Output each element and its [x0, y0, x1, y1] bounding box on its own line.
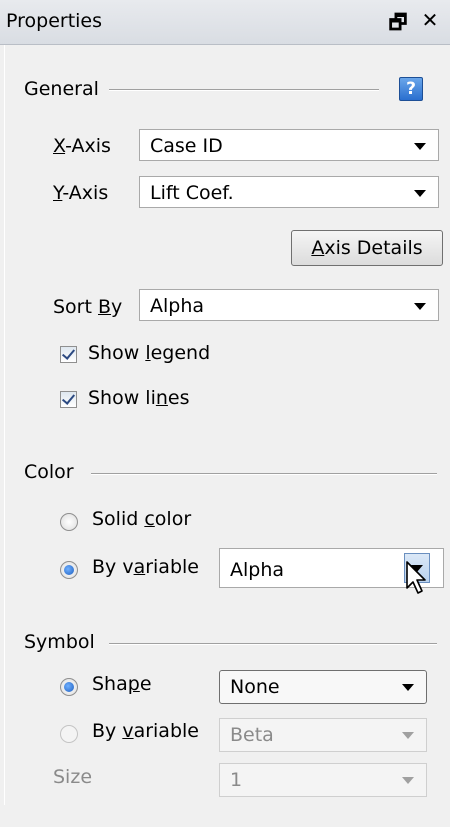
size-label: Size — [53, 766, 93, 788]
shape-select[interactable]: None — [219, 670, 427, 704]
y-axis-label: Y-Axis — [53, 182, 109, 204]
color-by-variable-radio[interactable] — [60, 561, 78, 579]
y-axis-value: Lift Coef. — [150, 182, 234, 204]
chevron-down-icon — [414, 190, 426, 197]
show-legend-label: Show legend — [88, 342, 211, 364]
show-lines-label: Show lines — [88, 387, 190, 409]
color-variable-value: Alpha — [230, 559, 285, 581]
chevron-down-icon — [414, 143, 426, 150]
y-axis-select[interactable]: Lift Coef. — [139, 176, 439, 208]
panel-title: Properties — [6, 10, 103, 32]
chevron-down-icon — [402, 777, 414, 784]
chevron-down-icon — [402, 732, 414, 739]
color-divider — [91, 473, 437, 475]
solid-color-label: Solid color — [92, 508, 192, 530]
symbol-section-label: Symbol — [24, 631, 95, 653]
color-section-label: Color — [24, 461, 74, 483]
symbol-divider — [109, 643, 437, 645]
show-legend-checkbox[interactable] — [60, 346, 77, 363]
general-divider — [109, 89, 379, 91]
size-value: 1 — [230, 769, 243, 791]
help-icon[interactable]: ? — [399, 77, 423, 101]
symbol-variable-value: Beta — [230, 724, 274, 746]
chevron-down-icon — [402, 684, 414, 691]
axis-details-button[interactable]: Axis Details — [291, 230, 443, 266]
shape-label: Shape — [92, 673, 152, 695]
sort-by-label: Sort By — [53, 296, 123, 318]
chevron-down-icon — [414, 303, 426, 310]
general-section-label: General — [24, 78, 99, 100]
symbol-by-variable-radio[interactable] — [60, 725, 78, 743]
shape-value: None — [230, 676, 280, 698]
panel-titlebar: Properties 🗗 ✕ — [0, 0, 450, 45]
show-lines-checkbox[interactable] — [60, 391, 77, 408]
close-icon[interactable]: ✕ — [418, 8, 442, 34]
sort-by-value: Alpha — [150, 295, 205, 317]
color-by-variable-label: By variable — [92, 556, 199, 578]
symbol-by-variable-label: By variable — [92, 720, 199, 742]
x-axis-value: Case ID — [150, 135, 223, 157]
x-axis-select[interactable]: Case ID — [139, 129, 439, 161]
sort-by-select[interactable]: Alpha — [139, 289, 439, 321]
x-axis-label: X-Axis — [53, 135, 111, 157]
size-select[interactable]: 1 — [219, 763, 427, 797]
symbol-variable-select[interactable]: Beta — [219, 718, 427, 752]
properties-panel: General ? X-Axis Case ID Y-Axis Lift Coe… — [4, 45, 447, 805]
solid-color-radio[interactable] — [60, 513, 78, 531]
mouse-cursor-icon — [406, 561, 426, 594]
float-window-icon[interactable]: 🗗 — [386, 8, 410, 34]
shape-radio[interactable] — [60, 678, 78, 696]
